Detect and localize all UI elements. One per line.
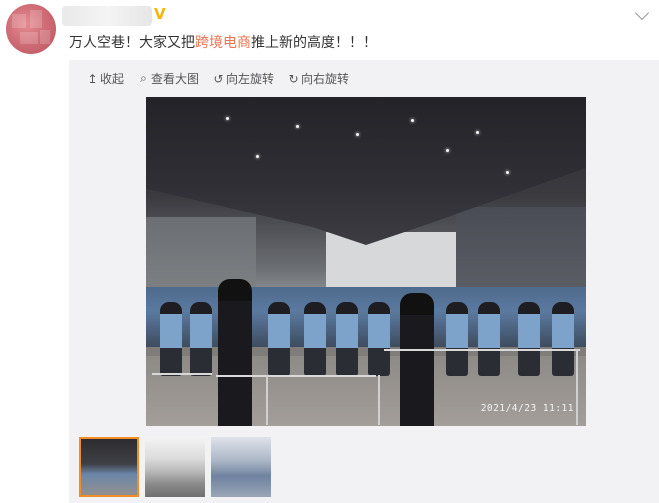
ceiling-light	[446, 149, 449, 152]
photo-person	[446, 302, 468, 376]
photo-person	[478, 302, 500, 376]
avatar[interactable]	[6, 4, 56, 54]
photo-person	[160, 302, 182, 376]
rotate-right-icon: ↻	[288, 71, 299, 86]
photo-person	[190, 302, 212, 376]
photo-guard	[218, 279, 252, 426]
rotate-left-label: 向左旋转	[226, 72, 275, 86]
photo-timestamp: 2021/4/23 11:11	[480, 403, 574, 414]
thumbnail-1[interactable]	[79, 437, 139, 497]
post-text-part: 万人空巷！大家又把	[69, 35, 195, 51]
post-text: 万人空巷！大家又把跨境电商推上新的高度！！！	[69, 33, 377, 53]
collapse-button[interactable]: ↥ 收起	[87, 70, 124, 87]
ceiling-light	[411, 119, 414, 122]
ceiling-light	[506, 171, 509, 174]
photo-person	[368, 302, 390, 376]
photo-person	[336, 302, 358, 376]
search-icon: ⌕	[140, 71, 147, 85]
photo-railing	[576, 349, 578, 425]
ceiling-light	[226, 117, 229, 120]
thumbnail-2[interactable]	[145, 437, 205, 497]
main-photo[interactable]: 2021/4/23 11:11	[146, 97, 586, 426]
topic-link[interactable]: 跨境电商	[195, 35, 251, 51]
chevron-down-icon[interactable]	[634, 5, 650, 21]
post-text-part: 推上新的高度！！！	[251, 35, 377, 51]
vip-badge-icon: V	[154, 5, 166, 23]
thumbnail-strip	[79, 437, 271, 497]
image-toolbar: ↥ 收起 ⌕ 查看大图 ↺ 向左旋转 ↻ 向右旋转	[87, 70, 349, 87]
view-full-image-label: 查看大图	[151, 72, 200, 86]
collapse-icon: ↥	[87, 71, 98, 86]
photo-railing	[266, 375, 268, 425]
thumbnail-3[interactable]	[211, 437, 271, 497]
view-full-image-button[interactable]: ⌕ 查看大图	[138, 70, 199, 87]
photo-person	[268, 302, 290, 376]
collapse-label: 收起	[100, 72, 125, 86]
photo-railing	[384, 349, 580, 351]
ceiling-light	[256, 155, 259, 158]
photo-railing	[216, 375, 376, 377]
photo-person	[552, 302, 574, 376]
ceiling-light	[356, 133, 359, 136]
photo-railing	[378, 375, 380, 425]
photo-person	[518, 302, 540, 376]
media-viewer: ↥ 收起 ⌕ 查看大图 ↺ 向左旋转 ↻ 向右旋转 2021/4/23 11:1…	[69, 60, 659, 503]
photo-person	[304, 302, 326, 376]
rotate-right-button[interactable]: ↻ 向右旋转	[288, 70, 350, 87]
photo-guard	[400, 293, 434, 426]
ceiling-light	[296, 125, 299, 128]
rotate-right-label: 向右旋转	[301, 72, 350, 86]
ceiling-light	[476, 131, 479, 134]
username[interactable]	[62, 6, 152, 26]
rotate-left-icon: ↺	[213, 71, 224, 86]
rotate-left-button[interactable]: ↺ 向左旋转	[213, 70, 275, 87]
photo-railing	[152, 373, 212, 375]
photo-sky	[326, 232, 456, 292]
